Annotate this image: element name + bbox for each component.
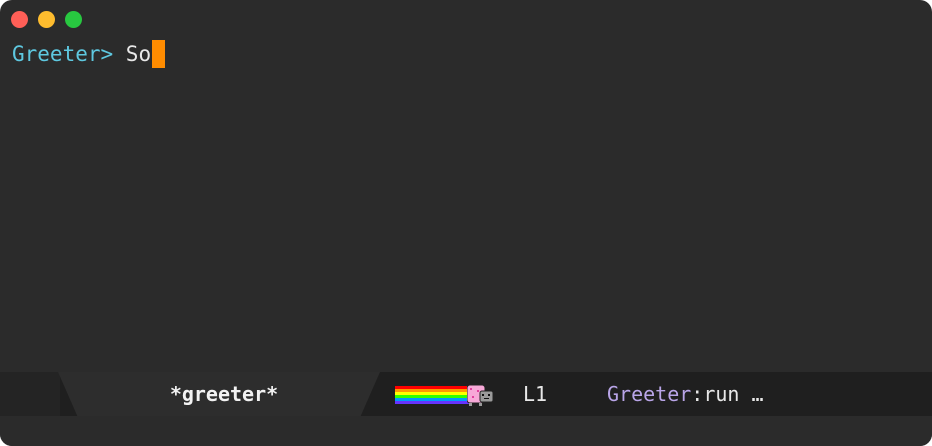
echo-area bbox=[0, 416, 932, 446]
repl-prompt: Greeter> bbox=[12, 42, 126, 66]
close-window-button[interactable] bbox=[11, 11, 28, 28]
modeline-left-segment bbox=[0, 372, 60, 416]
command-line[interactable]: Greeter> So bbox=[12, 40, 166, 68]
rainbow-trail-icon bbox=[395, 386, 471, 404]
window-controls bbox=[11, 11, 82, 28]
nyan-cat-position-indicator[interactable] bbox=[395, 384, 495, 406]
line-number[interactable]: L1 bbox=[523, 372, 547, 416]
minimize-window-button[interactable] bbox=[38, 11, 55, 28]
mode-process-status: :run … bbox=[691, 382, 764, 406]
nyan-cat-icon bbox=[467, 384, 494, 406]
text-cursor bbox=[152, 40, 166, 68]
mode-name[interactable]: Greeter:run … bbox=[607, 372, 764, 416]
modeline: *greeter* L1 Greeter:run … bbox=[0, 372, 932, 416]
zoom-window-button[interactable] bbox=[65, 11, 82, 28]
buffer-name[interactable]: *greeter* bbox=[58, 372, 390, 416]
command-input-text[interactable]: So bbox=[126, 42, 151, 66]
major-mode-name: Greeter bbox=[607, 382, 692, 406]
terminal-window: Greeter> So *greeter* L1 Greeter:run … bbox=[0, 0, 932, 446]
